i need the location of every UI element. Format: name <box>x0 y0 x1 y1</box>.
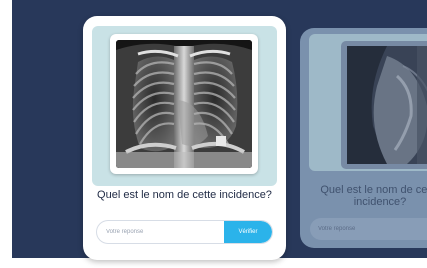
answer-row: Vérifier <box>97 221 272 243</box>
next-answer-row <box>310 218 427 240</box>
question-text: Quel est le nom de cette incidence? <box>97 189 272 201</box>
check-button[interactable]: Vérifier <box>224 221 272 243</box>
question-card-next: Quel est le nom de cette incidence? <box>300 28 427 248</box>
next-image-area <box>309 34 427 171</box>
image-area <box>92 26 277 186</box>
next-question-text: Quel est le nom de cette incidence? <box>320 184 427 208</box>
answer-input[interactable] <box>97 221 219 243</box>
next-image-frame <box>341 41 427 169</box>
chest-xray-frontal-image <box>116 40 252 168</box>
quiz-carousel: Quel est le nom de cette incidence? Véri… <box>0 0 427 268</box>
chest-xray-lateral-image <box>347 46 427 164</box>
image-frame <box>110 34 258 174</box>
question-card-current: Quel est le nom de cette incidence? Véri… <box>83 16 286 260</box>
next-answer-input[interactable] <box>310 218 420 240</box>
